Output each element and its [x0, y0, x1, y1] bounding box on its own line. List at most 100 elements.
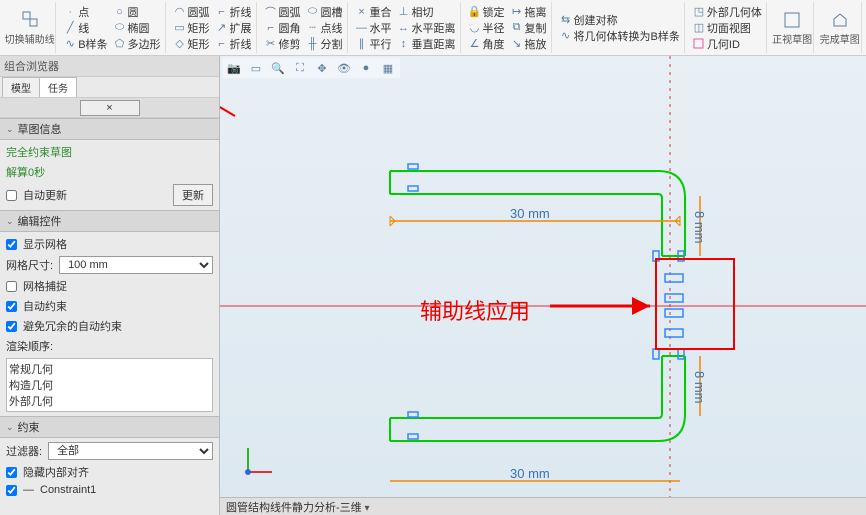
- vdist-tool[interactable]: ↕垂直距离: [398, 36, 456, 51]
- rect2-tool[interactable]: ◇矩形: [174, 36, 210, 51]
- main-area: 组合浏览器 模型 任务 × ⌄草图信息 完全约束草图 解算0秒 自动更新 更新 …: [0, 56, 866, 515]
- combo-browser-title: 组合浏览器: [0, 56, 219, 77]
- tobspline-tool[interactable]: ∿将几何体转换为B样条: [560, 28, 680, 43]
- line-tool[interactable]: ╱线: [64, 20, 107, 35]
- ellipse-icon: ⬭: [114, 22, 126, 34]
- id-icon: [693, 38, 705, 50]
- symmetry-group: ⇆创建对称 ∿将几何体转换为B样条: [556, 2, 685, 53]
- arc-tool[interactable]: ◠圆弧: [174, 4, 210, 19]
- lock-icon: 🔒: [469, 6, 481, 18]
- lock-tool[interactable]: 🔒锁定: [469, 4, 505, 19]
- update-button[interactable]: 更新: [173, 184, 213, 206]
- constraint-item[interactable]: —Constraint1: [6, 484, 213, 496]
- finish-icon: [830, 10, 850, 30]
- external-geom-tool[interactable]: ◳外部几何体: [693, 4, 762, 19]
- tangent-tool[interactable]: ⊥相切: [398, 4, 456, 19]
- grid-snap-checkbox[interactable]: 网格捕捉: [6, 278, 213, 294]
- horiz-icon: —: [356, 22, 368, 34]
- ribbon-toolbar: 切换辅助线 ·点 ○圆 ╱线 ⬭椭圆 ∿B样条 ⬠多边形 ◠圆弧 ⌐折线 ▭矩形…: [0, 0, 866, 56]
- dimension-8mm-bottom[interactable]: 8 mm: [692, 371, 707, 404]
- parallel-tool[interactable]: ∥平行: [356, 36, 392, 51]
- construction-icon: [20, 10, 40, 30]
- symmetry-tool[interactable]: ⇆创建对称: [560, 12, 680, 27]
- tab-task[interactable]: 任务: [39, 77, 77, 97]
- hide-internal-checkbox[interactable]: 隐藏内部对齐: [6, 464, 213, 480]
- normal-view-button[interactable]: 正视草图: [771, 2, 815, 53]
- filter-select[interactable]: 全部: [48, 442, 213, 460]
- list-item[interactable]: 构造几何: [9, 377, 210, 393]
- dimension-8mm-top[interactable]: 8 mm: [692, 211, 707, 244]
- render-order-list[interactable]: 常规几何 构造几何 外部几何: [6, 358, 213, 412]
- highlight-box-canvas: [655, 258, 735, 350]
- coincident-tool[interactable]: ×重合: [356, 4, 392, 19]
- external-group: ◳外部几何体 ◫切面视图 几何ID: [689, 2, 767, 53]
- normal-view-icon: [782, 10, 802, 30]
- trim-tool[interactable]: ✂修剪: [265, 36, 301, 51]
- construction-line-button[interactable]: 切换辅助线: [4, 2, 56, 53]
- section-icon: ◫: [693, 22, 705, 34]
- circle-tool[interactable]: ○圆: [114, 4, 161, 19]
- finish-sketch-button[interactable]: 完成草图: [818, 2, 862, 53]
- hdist-tool[interactable]: ↔水平距离: [398, 20, 456, 35]
- point-tool[interactable]: ·点: [64, 4, 107, 19]
- grid-size-select[interactable]: 100 mm: [59, 256, 213, 274]
- coincident-icon: ×: [356, 6, 368, 18]
- angle-tool[interactable]: ∠角度: [469, 36, 505, 51]
- edit-controls-pane: 显示网格 网格尺寸: 100 mm 网格捕捉 自动约束 避免冗余的自动约束 渲染…: [0, 232, 219, 416]
- show-grid-checkbox[interactable]: 显示网格: [6, 236, 213, 252]
- annotation-arrow-1: [220, 56, 245, 126]
- dimension-30mm-top[interactable]: 30 mm: [510, 206, 550, 221]
- drag-tool[interactable]: ↘拖放: [511, 36, 547, 51]
- hdist-icon: ↔: [398, 22, 410, 34]
- arc-icon: ◠: [174, 6, 186, 18]
- sketch-canvas[interactable]: 📷 ▭ 🔍 ⛶ ✥ 👁 ● ▦: [220, 56, 866, 515]
- auto-update-checkbox[interactable]: 自动更新: [6, 187, 67, 203]
- trim-icon: ✂: [265, 38, 277, 50]
- close-button[interactable]: ×: [80, 100, 140, 116]
- dashline-tool[interactable]: ┄点线: [307, 20, 343, 35]
- rect-tool[interactable]: ▭矩形: [174, 20, 210, 35]
- tab-model[interactable]: 模型: [2, 77, 40, 97]
- auto-constraint-checkbox[interactable]: 自动约束: [6, 298, 213, 314]
- list-item[interactable]: 常规几何: [9, 361, 210, 377]
- constraint-icon: —: [23, 484, 34, 496]
- slot-tool[interactable]: ⬭圆槽: [307, 4, 343, 19]
- section-view-tool[interactable]: ◫切面视图: [693, 20, 762, 35]
- list-item[interactable]: 外部几何: [9, 393, 210, 409]
- polyline-icon: ⌐: [216, 6, 228, 18]
- chevron-icon: ⌄: [6, 216, 14, 227]
- dash-icon: ┄: [307, 22, 319, 34]
- external-icon: ◳: [693, 6, 705, 18]
- chevron-icon: ⌄: [6, 422, 14, 433]
- copy-tool[interactable]: ⧉复制: [511, 20, 547, 35]
- arc3-tool[interactable]: ⌒圆弧: [265, 4, 301, 19]
- spline-icon: ∿: [64, 38, 76, 50]
- extend-tool[interactable]: ↗扩展: [216, 20, 252, 35]
- split-tool[interactable]: ╫分割: [307, 36, 343, 51]
- dimension-30mm-bottom[interactable]: 30 mm: [510, 466, 550, 481]
- polygon-icon: ⬠: [114, 38, 126, 50]
- sketch-info-header[interactable]: ⌄草图信息: [0, 118, 219, 140]
- polyline2-tool[interactable]: ⌐折线: [216, 36, 252, 51]
- sketch-geometry: [220, 56, 866, 515]
- avoid-redundant-checkbox[interactable]: 避免冗余的自动约束: [6, 318, 213, 334]
- modify-group: ⌒圆弧 ⬭圆槽 ⌐圆角 ┄点线 ✂修剪 ╫分割: [261, 2, 348, 53]
- horiz-tool[interactable]: —水平: [356, 20, 392, 35]
- edit-controls-header[interactable]: ⌄编辑控件: [0, 210, 219, 232]
- bspline-tool[interactable]: ∿B样条: [64, 36, 107, 51]
- axis-triad: [240, 440, 280, 480]
- fillet-tool[interactable]: ⌐圆角: [265, 20, 301, 35]
- chevron-icon: ⌄: [6, 124, 14, 135]
- geom-id-tool[interactable]: 几何ID: [693, 36, 762, 51]
- fillet-icon: ⌐: [265, 22, 277, 34]
- ellipse-tool[interactable]: ⬭椭圆: [114, 20, 161, 35]
- radius-icon: ◡: [469, 22, 481, 34]
- grid-size-label: 网格尺寸:: [6, 257, 53, 273]
- radius-tool[interactable]: ◡半径: [469, 20, 505, 35]
- polyline-tool[interactable]: ⌐折线: [216, 4, 252, 19]
- polygon-tool[interactable]: ⬠多边形: [114, 36, 161, 51]
- slot-icon: ⬭: [307, 6, 319, 18]
- pull-tool[interactable]: ↦拖离: [511, 4, 547, 19]
- sketch-info-pane: 完全约束草图 解算0秒 自动更新 更新: [0, 140, 219, 210]
- constraints-header[interactable]: ⌄约束: [0, 416, 219, 438]
